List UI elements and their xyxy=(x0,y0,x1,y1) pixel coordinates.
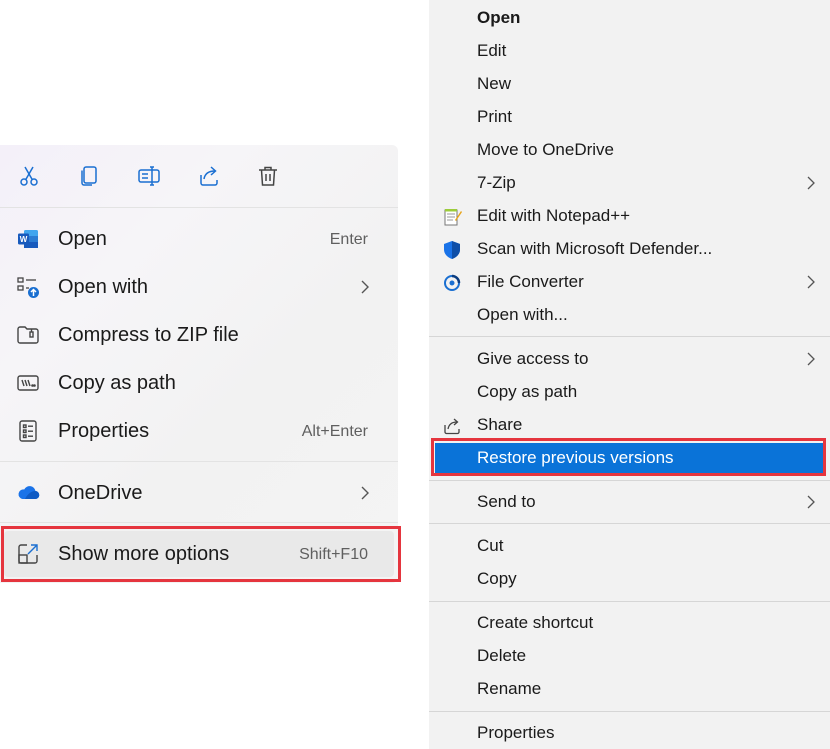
context-toolbar xyxy=(0,145,398,207)
share-icon xyxy=(200,166,218,186)
modern-context-menu: W Open Enter Open with Compress to ZIP f… xyxy=(0,145,398,583)
menu-item-label: Scan with Microsoft Defender... xyxy=(477,239,713,258)
menu-item-label: Properties xyxy=(58,420,150,442)
menu-item-label: Share xyxy=(477,415,523,434)
menu-item-copy-as-path[interactable]: Copy as path xyxy=(4,360,394,406)
divider xyxy=(0,522,398,523)
divider xyxy=(0,461,398,462)
classic-item-give-access[interactable]: Give access to xyxy=(429,344,830,374)
classic-item-restore-previous-versions[interactable]: Restore previous versions xyxy=(435,443,824,473)
menu-item-label: Copy as path xyxy=(58,372,176,394)
classic-item-move-to-onedrive[interactable]: Move to OneDrive xyxy=(429,135,830,165)
classic-context-menu: Open Edit New Print Move to OneDrive 7-Z… xyxy=(429,0,830,749)
cut-button[interactable] xyxy=(12,159,46,193)
menu-item-label: File Converter xyxy=(477,272,584,291)
menu-item-label: Give access to xyxy=(477,349,589,368)
path-icon xyxy=(16,371,40,395)
menu-item-label: Open xyxy=(477,8,521,27)
divider xyxy=(429,711,830,712)
classic-item-file-converter[interactable]: File Converter xyxy=(429,267,830,297)
chevron-right-icon xyxy=(807,275,815,289)
classic-item-delete[interactable]: Delete xyxy=(429,641,830,671)
shield-icon xyxy=(441,239,463,261)
trash-icon xyxy=(259,166,277,186)
classic-item-print[interactable]: Print xyxy=(429,102,830,132)
menu-item-show-more-options[interactable]: Show more options Shift+F10 xyxy=(4,531,394,577)
menu-item-label: Move to OneDrive xyxy=(477,140,614,159)
rename-button[interactable] xyxy=(132,159,166,193)
classic-item-notepadpp[interactable]: Edit with Notepad++ xyxy=(429,201,830,231)
classic-item-cut[interactable]: Cut xyxy=(429,531,830,561)
menu-item-label: Create shortcut xyxy=(477,613,594,632)
menu-item-label: Compress to ZIP file xyxy=(58,324,239,346)
chevron-right-icon xyxy=(807,495,815,509)
classic-item-open[interactable]: Open xyxy=(429,3,830,33)
menu-item-label: Delete xyxy=(477,646,527,665)
classic-item-edit[interactable]: Edit xyxy=(429,36,830,66)
classic-item-send-to[interactable]: Send to xyxy=(429,487,830,517)
scissors-icon xyxy=(20,166,38,186)
menu-item-onedrive[interactable]: OneDrive xyxy=(4,470,394,516)
divider xyxy=(429,480,830,481)
menu-item-open[interactable]: W Open Enter xyxy=(4,216,394,262)
menu-item-label: Cut xyxy=(477,536,504,555)
rename-icon xyxy=(138,166,160,186)
notepad-icon xyxy=(441,206,463,228)
menu-item-label: 7-Zip xyxy=(477,173,516,192)
chevron-right-icon xyxy=(807,176,815,190)
menu-item-label: Print xyxy=(477,107,512,126)
classic-item-open-with[interactable]: Open with... xyxy=(429,300,830,330)
divider xyxy=(0,207,398,208)
classic-item-copy[interactable]: Copy xyxy=(429,564,830,594)
menu-item-label: Open with xyxy=(58,276,149,298)
share-button[interactable] xyxy=(192,159,226,193)
zip-folder-icon xyxy=(16,323,40,347)
menu-item-label: Edit xyxy=(477,41,507,60)
classic-item-defender-scan[interactable]: Scan with Microsoft Defender... xyxy=(429,234,830,264)
expand-icon xyxy=(16,542,40,566)
classic-item-new[interactable]: New xyxy=(429,69,830,99)
divider xyxy=(429,336,830,337)
svg-text:W: W xyxy=(20,235,28,244)
word-icon: W xyxy=(16,227,40,251)
classic-item-copy-as-path[interactable]: Copy as path xyxy=(429,377,830,407)
menu-item-label: Properties xyxy=(477,723,555,742)
shortcut-text: Alt+Enter xyxy=(301,423,368,440)
chevron-right-icon xyxy=(361,486,369,500)
menu-item-label: Restore previous versions xyxy=(477,448,674,467)
delete-button[interactable] xyxy=(251,159,285,193)
converter-icon xyxy=(441,272,463,294)
classic-item-properties[interactable]: Properties xyxy=(429,718,830,748)
shortcut-text: Enter xyxy=(329,231,368,248)
menu-item-label: Open xyxy=(58,228,107,250)
menu-item-label: Copy xyxy=(477,569,517,588)
menu-item-compress-zip[interactable]: Compress to ZIP file xyxy=(4,312,394,358)
open-with-icon xyxy=(16,275,40,299)
menu-item-label: Show more options xyxy=(58,543,230,565)
divider xyxy=(429,523,830,524)
menu-item-label: Rename xyxy=(477,679,542,698)
menu-item-label: Send to xyxy=(477,492,536,511)
copy-icon xyxy=(81,166,97,186)
shortcut-text: Shift+F10 xyxy=(299,546,368,563)
menu-item-label: Copy as path xyxy=(477,382,578,401)
classic-item-rename[interactable]: Rename xyxy=(429,674,830,704)
chevron-right-icon xyxy=(807,352,815,366)
menu-item-label: New xyxy=(477,74,512,93)
menu-item-open-with[interactable]: Open with xyxy=(4,264,394,310)
menu-item-label: Edit with Notepad++ xyxy=(477,206,631,225)
cloud-icon xyxy=(16,481,40,505)
properties-icon xyxy=(16,419,40,443)
classic-item-share[interactable]: Share xyxy=(429,410,830,440)
copy-button[interactable] xyxy=(72,159,106,193)
menu-item-label: OneDrive xyxy=(58,482,143,504)
classic-item-7zip[interactable]: 7-Zip xyxy=(429,168,830,198)
classic-item-create-shortcut[interactable]: Create shortcut xyxy=(429,608,830,638)
divider xyxy=(429,601,830,602)
menu-item-label: Open with... xyxy=(477,305,568,324)
chevron-right-icon xyxy=(361,280,369,294)
share-icon xyxy=(441,415,463,437)
menu-item-properties[interactable]: Properties Alt+Enter xyxy=(4,408,394,454)
